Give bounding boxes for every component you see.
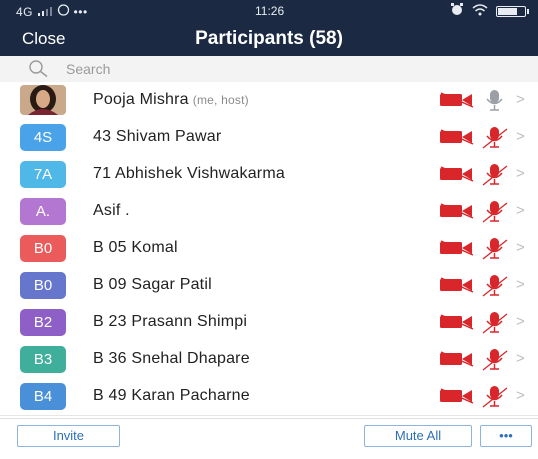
status-left: 4G ••• <box>16 4 88 19</box>
participant-row[interactable]: A. Asif . > <box>0 193 538 231</box>
battery-icon <box>496 5 529 17</box>
mic-muted-icon[interactable] <box>482 311 508 340</box>
search-icon <box>28 60 50 83</box>
participant-row[interactable]: B0 B 05 Komal > <box>0 230 538 268</box>
notification-dots: ••• <box>73 5 88 19</box>
carrier-label: 4G <box>16 5 34 19</box>
participant-name-text: B 36 Snehal Dhapare <box>93 350 250 367</box>
avatar: B4 <box>20 383 66 410</box>
participant-row[interactable]: 7A 71 Abhishek Vishwakarma > <box>0 156 538 194</box>
video-off-icon <box>440 92 474 113</box>
chevron-right-icon[interactable]: > <box>516 350 525 367</box>
chevron-right-icon[interactable]: > <box>516 202 525 219</box>
footer-toolbar: Invite Mute All ••• <box>0 418 538 459</box>
status-time: 11:26 <box>255 4 285 18</box>
participant-row[interactable]: 4S 43 Shivam Pawar > <box>0 119 538 157</box>
chevron-right-icon[interactable]: > <box>516 128 525 145</box>
chevron-right-icon[interactable]: > <box>516 239 525 256</box>
chevron-right-icon[interactable]: > <box>516 165 525 182</box>
participant-row[interactable]: Pooja Mishra (me, host) > <box>0 82 538 120</box>
participant-name: B 23 Prasann Shimpi <box>93 313 247 331</box>
video-off-icon <box>440 277 474 298</box>
participant-name-text: B 05 Komal <box>93 239 178 256</box>
signal-icon <box>37 5 57 19</box>
chevron-right-icon[interactable]: > <box>516 313 525 330</box>
avatar: 7A <box>20 161 66 188</box>
avatar: B0 <box>20 272 66 299</box>
search-input[interactable] <box>66 59 506 78</box>
mic-icon[interactable] <box>482 89 508 118</box>
participant-row[interactable]: B2 B 23 Prasann Shimpi > <box>0 304 538 342</box>
mic-muted-icon[interactable] <box>482 348 508 377</box>
participant-name-text: B 49 Karan Pacharne <box>93 387 250 404</box>
avatar: A. <box>20 198 66 225</box>
participant-row[interactable]: B3 B 36 Snehal Dhapare > <box>0 341 538 379</box>
mic-muted-icon[interactable] <box>482 163 508 192</box>
search-bar <box>0 56 538 83</box>
header-bar: Close Participants (58) <box>0 22 538 56</box>
participant-name: B 09 Sagar Patil <box>93 276 212 294</box>
invite-button[interactable]: Invite <box>17 425 120 447</box>
chevron-right-icon[interactable]: > <box>516 91 525 108</box>
status-right <box>450 3 529 19</box>
participant-name-text: B 23 Prasann Shimpi <box>93 313 248 330</box>
video-off-icon <box>440 129 474 150</box>
alarm-icon <box>450 3 464 19</box>
host-tag: (me, host) <box>192 93 249 107</box>
video-off-icon <box>440 314 474 335</box>
participant-name-text: B 09 Sagar Patil <box>93 276 212 293</box>
participant-name: 43 Shivam Pawar <box>93 128 221 146</box>
avatar: 4S <box>20 124 66 151</box>
chevron-right-icon[interactable]: > <box>516 276 525 293</box>
wifi-icon <box>472 3 488 19</box>
participant-row[interactable]: B0 B 09 Sagar Patil > <box>0 267 538 305</box>
status-bar: 4G ••• 11:26 <box>0 0 538 22</box>
participant-name-text: Asif . <box>93 202 130 219</box>
avatar: B0 <box>20 235 66 262</box>
mic-muted-icon[interactable] <box>482 274 508 303</box>
video-off-icon <box>440 203 474 224</box>
mic-muted-icon[interactable] <box>482 237 508 266</box>
participant-name-text: 43 Shivam Pawar <box>93 128 222 145</box>
participant-name: Pooja Mishra (me, host) <box>93 91 249 109</box>
video-off-icon <box>440 240 474 261</box>
participant-name-text: Pooja Mishra <box>93 91 189 108</box>
participant-name: B 05 Komal <box>93 239 178 257</box>
participant-name: 71 Abhishek Vishwakarma <box>93 165 285 183</box>
page-title: Participants (58) <box>195 28 343 49</box>
avatar: B3 <box>20 346 66 373</box>
participant-name: B 36 Snehal Dhapare <box>93 350 250 368</box>
more-button[interactable]: ••• <box>480 425 532 447</box>
video-off-icon <box>440 351 474 372</box>
video-off-icon <box>440 388 474 409</box>
participant-row[interactable]: B4 B 49 Karan Pacharne > <box>0 378 538 416</box>
mic-muted-icon[interactable] <box>482 200 508 229</box>
avatar-photo <box>20 85 66 115</box>
video-off-icon <box>440 166 474 187</box>
mic-muted-icon[interactable] <box>482 126 508 155</box>
participant-name-text: 71 Abhishek Vishwakarma <box>93 165 285 182</box>
participant-name: Asif . <box>93 202 130 220</box>
avatar: B2 <box>20 309 66 336</box>
mute-all-button[interactable]: Mute All <box>364 425 472 447</box>
chevron-right-icon[interactable]: > <box>516 387 525 404</box>
participant-name: B 49 Karan Pacharne <box>93 387 250 405</box>
mic-muted-icon[interactable] <box>482 385 508 414</box>
whatsapp-icon <box>57 4 74 19</box>
